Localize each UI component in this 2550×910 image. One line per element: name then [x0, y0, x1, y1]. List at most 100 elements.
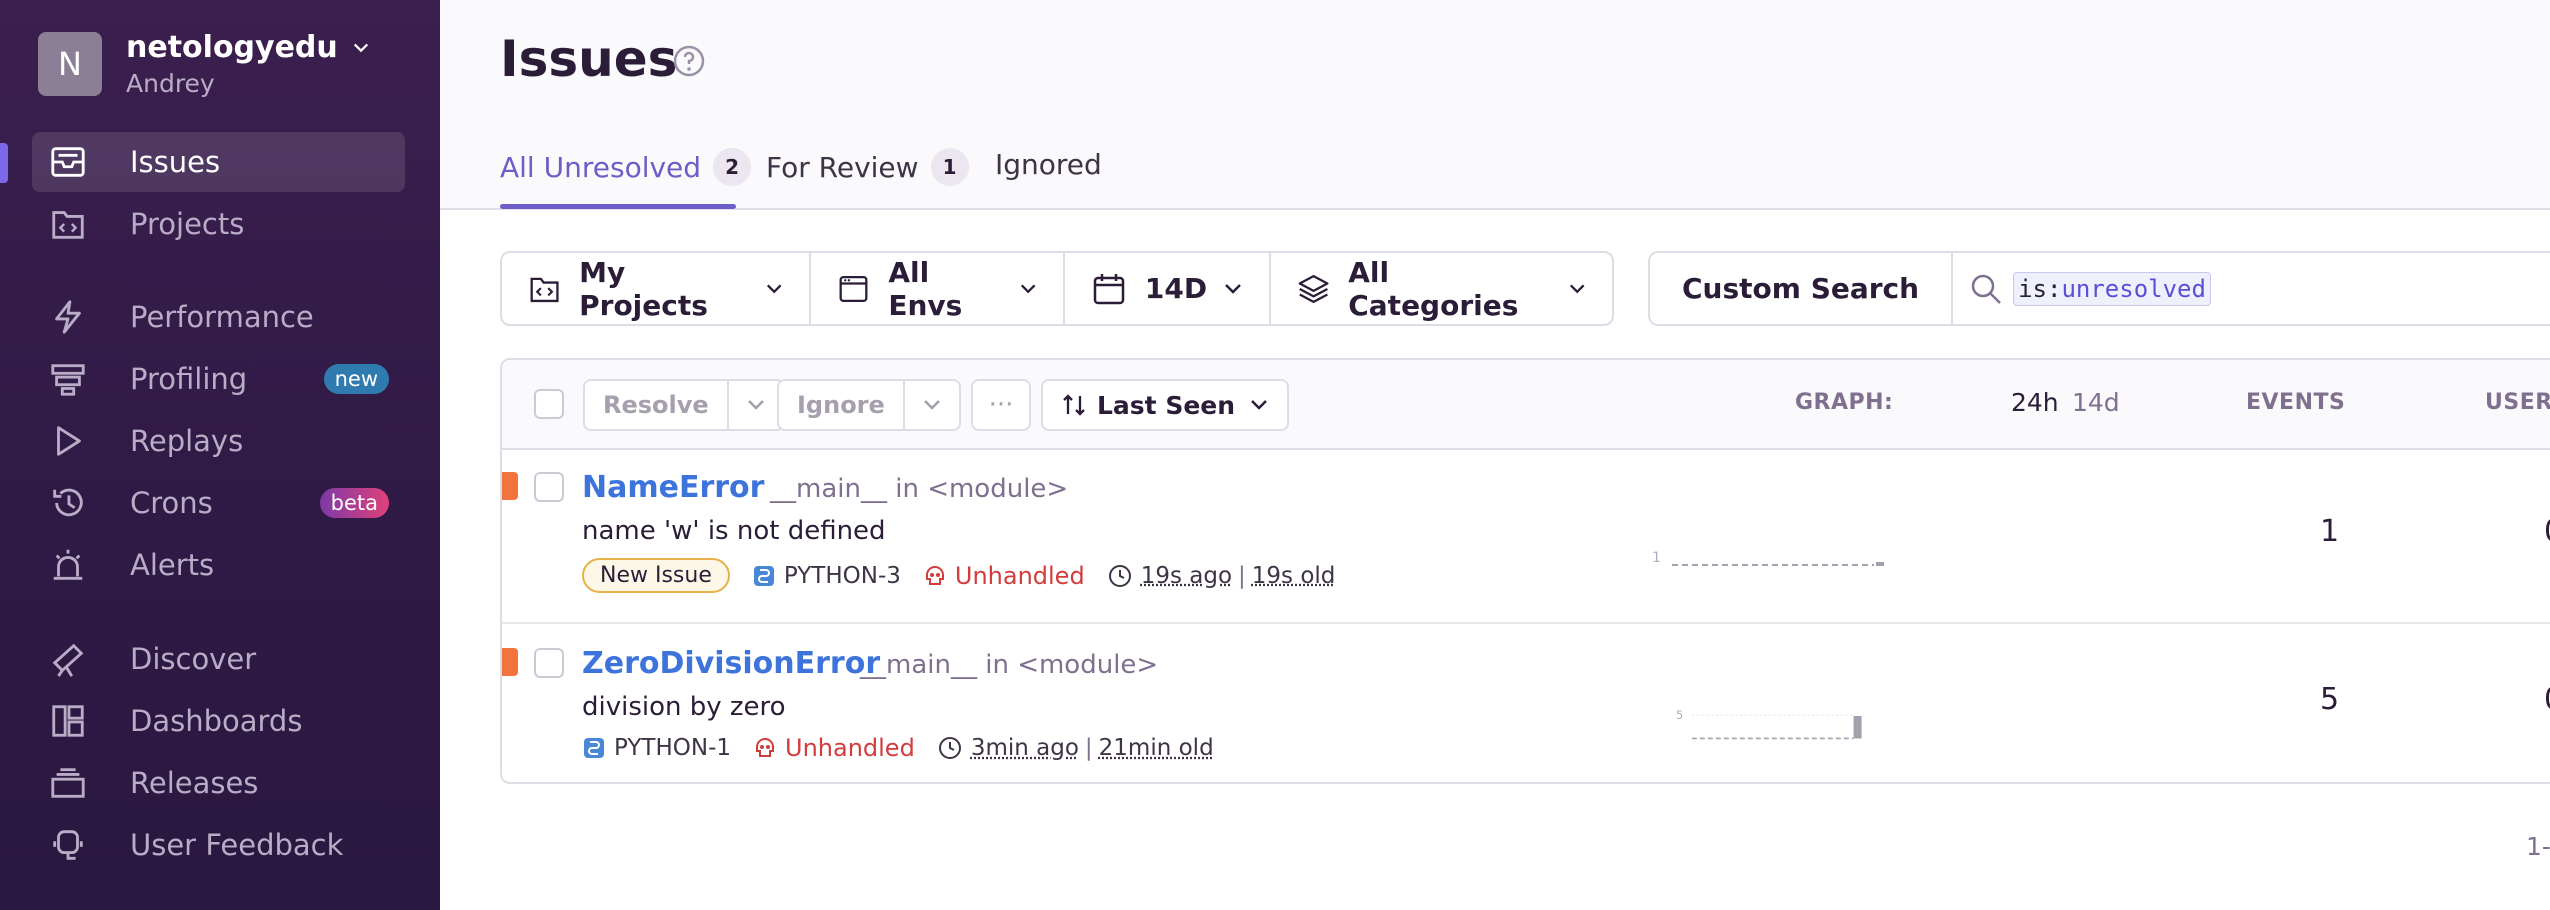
users-column-header: USERS — [2485, 390, 2550, 415]
events-count[interactable]: 1 — [2320, 514, 2339, 549]
category-filter-label: All Categories — [1348, 256, 1551, 322]
sidebar-item-label: Releases — [130, 766, 258, 800]
environment-filter[interactable]: All Envs — [811, 253, 1065, 324]
alerts-icon — [48, 545, 88, 585]
project-link[interactable]: PYTHON-3 — [752, 563, 901, 589]
events-column-header: EVENTS — [2246, 390, 2345, 415]
events-count[interactable]: 5 — [2320, 682, 2339, 717]
sidebar-item-performance[interactable]: Performance — [32, 287, 405, 347]
custom-search-button[interactable]: Custom Search — [1650, 253, 1953, 324]
users-count[interactable]: 0 — [2544, 682, 2550, 717]
issue-times: 19s ago | 19s old — [1107, 563, 1336, 589]
date-range-filter[interactable]: 14D — [1065, 253, 1271, 324]
graph-label: GRAPH: — [1795, 390, 1893, 415]
issue-title-link[interactable]: NameError — [582, 470, 764, 505]
issue-title-link[interactable]: ZeroDivisionError — [582, 646, 880, 681]
new-issue-badge: New Issue — [582, 558, 730, 593]
issue-meta: New Issue PYTHON-3 Unhandled 19s ago | 19s… — [582, 558, 1335, 593]
sidebar-item-replays[interactable]: Replays — [32, 411, 405, 471]
tab-ignored[interactable]: Ignored — [995, 148, 1102, 181]
sidebar-item-projects[interactable]: Projects — [32, 194, 405, 254]
sidebar-item-crons[interactable]: Crons beta — [32, 473, 405, 533]
pagination-caption: 1- — [2526, 832, 2550, 861]
search-icon — [1969, 272, 2003, 306]
last-seen[interactable]: 19s ago — [1141, 563, 1232, 589]
project-filter[interactable]: My Projects — [502, 253, 811, 324]
replays-icon — [48, 421, 88, 461]
chevron-down-icon — [1568, 279, 1586, 299]
main-content: Issues All Unresolved 2 For Review 1 Ign… — [440, 0, 2550, 910]
active-tab-underline — [500, 204, 736, 209]
chevron-down-icon — [746, 395, 766, 415]
issue-row[interactable]: ZeroDivisionError __main__ in <module> d… — [502, 622, 2550, 784]
python-icon — [582, 736, 606, 760]
tab-for-review[interactable]: For Review 1 — [766, 148, 969, 186]
sidebar-item-label: Projects — [130, 207, 244, 241]
users-count[interactable]: 0 — [2544, 514, 2550, 549]
crons-icon — [48, 483, 88, 523]
resolve-button[interactable]: Resolve — [585, 381, 729, 429]
sort-label: Last Seen — [1097, 391, 1235, 420]
issue-location: __main__ in <module> — [770, 474, 1068, 504]
svg-text:5: 5 — [1676, 709, 1683, 722]
org-switcher[interactable]: N netologyedu Andrey — [38, 30, 370, 98]
date-range-label: 14D — [1145, 272, 1207, 305]
ignore-button[interactable]: Ignore — [779, 381, 905, 429]
issue-list: Resolve Ignore ··· Last Seen GRAPH: 24h … — [500, 358, 2550, 784]
search-bar[interactable]: Custom Search is:unresolved — [1648, 251, 2550, 326]
sort-dropdown[interactable]: Last Seen — [1041, 379, 1289, 431]
sidebar-item-user-feedback[interactable]: User Feedback — [32, 815, 405, 875]
clock-icon — [1107, 563, 1133, 589]
issue-meta: PYTHON-1 Unhandled 3min ago | 21min old — [582, 734, 1214, 762]
sidebar-item-label: Dashboards — [130, 704, 302, 738]
first-seen[interactable]: 21min old — [1099, 735, 1214, 761]
issue-row[interactable]: NameError __main__ in <module> name 'w' … — [502, 450, 2550, 620]
project-link[interactable]: PYTHON-1 — [582, 735, 731, 761]
more-actions-button[interactable]: ··· — [971, 379, 1031, 431]
performance-icon — [48, 297, 88, 337]
tab-label: All Unresolved — [500, 151, 701, 184]
sidebar: N netologyedu Andrey Issues Projects Per… — [0, 0, 440, 910]
issue-sparkline: 5 — [1652, 708, 1892, 748]
chevron-down-icon — [352, 39, 370, 57]
sidebar-item-label: Issues — [130, 145, 220, 179]
error-level-indicator — [500, 648, 518, 676]
tab-all-unresolved[interactable]: All Unresolved 2 — [500, 148, 751, 186]
search-query-token[interactable]: is:unresolved — [2013, 272, 2211, 306]
issue-sparkline: 1 — [1652, 540, 1892, 580]
issue-checkbox[interactable] — [534, 648, 564, 678]
page-filter-bar: My Projects All Envs 14D All Categories — [500, 251, 1614, 326]
resolve-dropdown[interactable] — [729, 381, 783, 429]
calendar-icon — [1091, 271, 1127, 307]
ignore-dropdown[interactable] — [905, 381, 959, 429]
window-icon — [837, 271, 870, 307]
issue-message: division by zero — [582, 692, 786, 722]
category-filter[interactable]: All Categories — [1271, 253, 1612, 324]
issue-message: name 'w' is not defined — [582, 516, 886, 546]
graph-24h-toggle[interactable]: 24h — [2011, 388, 2059, 417]
clock-icon — [937, 735, 963, 761]
first-seen[interactable]: 19s old — [1252, 563, 1336, 589]
sidebar-item-dashboards[interactable]: Dashboards — [32, 691, 405, 751]
project-icon — [528, 271, 561, 307]
sidebar-item-discover[interactable]: Discover — [32, 629, 405, 689]
dashboards-icon — [48, 701, 88, 741]
sidebar-item-issues[interactable]: Issues — [32, 132, 405, 192]
help-icon[interactable] — [672, 44, 706, 78]
select-all-checkbox[interactable] — [534, 389, 564, 419]
org-name: netologyedu — [126, 30, 338, 65]
issue-checkbox[interactable] — [534, 472, 564, 502]
last-seen[interactable]: 3min ago — [971, 735, 1079, 761]
sidebar-item-alerts[interactable]: Alerts — [32, 535, 405, 595]
sidebar-item-label: Profiling — [130, 362, 247, 396]
issue-list-header: Resolve Ignore ··· Last Seen GRAPH: 24h … — [502, 360, 2550, 450]
active-indicator — [0, 143, 8, 183]
graph-14d-toggle[interactable]: 14d — [2072, 388, 2120, 417]
chevron-down-icon — [1249, 395, 1269, 415]
tab-label: Ignored — [995, 148, 1102, 181]
sidebar-item-profiling[interactable]: Profiling new — [32, 349, 405, 409]
skull-icon — [923, 564, 947, 588]
sidebar-item-releases[interactable]: Releases — [32, 753, 405, 813]
page-header: Issues All Unresolved 2 For Review 1 Ign… — [440, 0, 2550, 210]
tab-label: For Review — [766, 151, 919, 184]
